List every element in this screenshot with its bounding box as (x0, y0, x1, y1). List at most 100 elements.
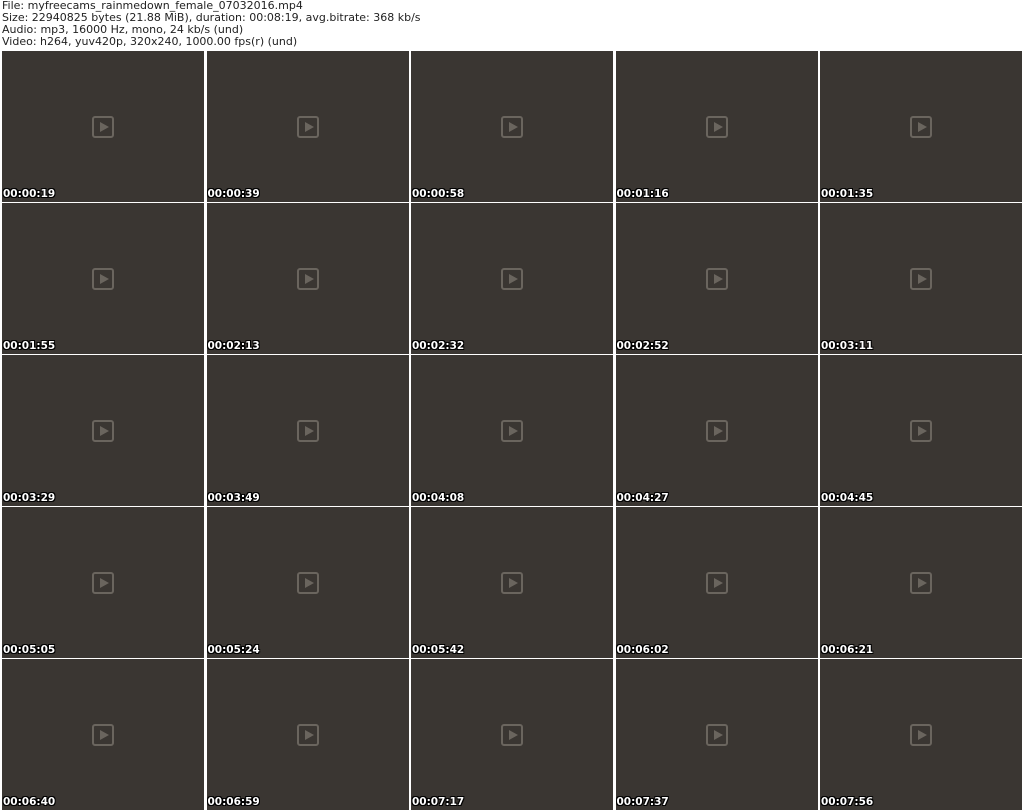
frame-timestamp: 00:06:40 (3, 796, 56, 808)
image-placeholder (820, 51, 1022, 202)
image-placeholder (820, 507, 1022, 658)
image-placeholder (820, 203, 1022, 354)
thumbnail-grid: 00:00:19 00:00:39 00:00:58 00:01:16 00:01:35… (2, 51, 1022, 810)
frame-thumbnail: 00:06:02 (615, 507, 818, 658)
video-frame-icon (501, 419, 523, 442)
frame-timestamp: 00:00:39 (207, 188, 260, 200)
frame-thumbnail: 00:06:21 (820, 507, 1022, 658)
video-frame-icon (92, 115, 114, 138)
image-placeholder (207, 507, 409, 658)
video-info-line: Video: h264, yuv420p, 320x240, 1000.00 f… (2, 35, 298, 48)
frame-timestamp: 00:01:55 (3, 340, 56, 352)
video-frame-icon (92, 723, 114, 746)
frame-timestamp: 00:07:37 (616, 796, 669, 808)
frame-timestamp: 00:02:52 (616, 340, 669, 352)
video-frame-icon (92, 571, 114, 594)
video-frame-icon (296, 419, 319, 442)
frame-timestamp: 00:00:58 (412, 188, 465, 200)
image-placeholder (207, 203, 409, 354)
image-placeholder (820, 355, 1022, 506)
frame-timestamp: 00:05:05 (3, 644, 56, 656)
video-frame-icon (910, 115, 932, 138)
frame-thumbnail: 00:02:52 (615, 203, 818, 354)
frame-timestamp: 00:03:49 (207, 492, 260, 504)
video-frame-icon (705, 267, 728, 290)
frame-timestamp: 00:02:32 (412, 340, 465, 352)
frame-thumbnail: 00:00:19 (2, 51, 204, 202)
frame-thumbnail: 00:05:42 (411, 507, 613, 658)
frame-thumbnail: 00:02:32 (411, 203, 613, 354)
video-frame-icon (501, 267, 523, 290)
video-frame-icon (296, 267, 319, 290)
image-placeholder (616, 507, 818, 658)
video-frame-icon (910, 723, 932, 746)
image-placeholder (616, 355, 818, 506)
image-placeholder (411, 203, 613, 354)
frame-timestamp: 00:04:27 (616, 492, 669, 504)
video-frame-icon (910, 267, 932, 290)
frame-timestamp: 00:06:21 (821, 644, 874, 656)
frame-thumbnail: 00:07:17 (411, 659, 613, 810)
video-frame-icon (92, 267, 114, 290)
frame-thumbnail: 00:04:27 (615, 355, 818, 506)
image-placeholder (616, 203, 818, 354)
video-frame-icon (296, 571, 319, 594)
frame-thumbnail: 00:01:35 (820, 51, 1022, 202)
frame-thumbnail: 00:03:11 (820, 203, 1022, 354)
image-placeholder (411, 659, 613, 810)
video-frame-icon (705, 723, 728, 746)
image-placeholder (207, 659, 409, 810)
video-frame-icon (910, 571, 932, 594)
image-placeholder (616, 659, 818, 810)
image-placeholder (207, 51, 409, 202)
frame-thumbnail: 00:04:08 (411, 355, 613, 506)
frame-timestamp: 00:04:08 (412, 492, 465, 504)
frame-thumbnail: 00:06:40 (2, 659, 204, 810)
video-frame-icon (92, 419, 114, 442)
frame-thumbnail: 00:06:59 (206, 659, 409, 810)
video-frame-icon (296, 723, 319, 746)
frame-timestamp: 00:03:29 (3, 492, 56, 504)
frame-thumbnail: 00:05:24 (206, 507, 409, 658)
frame-thumbnail: 00:03:49 (206, 355, 409, 506)
frame-thumbnail: 00:02:13 (206, 203, 409, 354)
frame-timestamp: 00:03:11 (821, 340, 874, 352)
image-placeholder (411, 355, 613, 506)
image-placeholder (207, 355, 409, 506)
frame-timestamp: 00:06:02 (616, 644, 669, 656)
image-placeholder (411, 507, 613, 658)
image-placeholder (820, 659, 1022, 810)
image-placeholder (2, 659, 204, 810)
image-placeholder (2, 355, 204, 506)
frame-thumbnail: 00:07:56 (820, 659, 1022, 810)
frame-timestamp: 00:07:56 (821, 796, 874, 808)
frame-thumbnail: 00:00:58 (411, 51, 613, 202)
frame-thumbnail: 00:04:45 (820, 355, 1022, 506)
frame-timestamp: 00:05:42 (412, 644, 465, 656)
frame-thumbnail: 00:01:16 (615, 51, 818, 202)
image-placeholder (616, 51, 818, 202)
frame-timestamp: 00:01:16 (616, 188, 669, 200)
video-frame-icon (501, 571, 523, 594)
frame-timestamp: 00:06:59 (207, 796, 260, 808)
frame-timestamp: 00:05:24 (207, 644, 260, 656)
video-frame-icon (705, 571, 728, 594)
frame-thumbnail: 00:03:29 (2, 355, 204, 506)
frame-timestamp: 00:01:35 (821, 188, 874, 200)
sheet-header: File: myfreecams_rainmedown_female_07032… (0, 0, 1024, 50)
video-frame-icon (501, 723, 523, 746)
video-frame-icon (910, 419, 932, 442)
video-frame-icon (296, 115, 319, 138)
image-placeholder (2, 51, 204, 202)
image-placeholder (2, 203, 204, 354)
frame-timestamp: 00:07:17 (412, 796, 465, 808)
frame-thumbnail: 00:01:55 (2, 203, 204, 354)
image-placeholder (2, 507, 204, 658)
video-frame-icon (501, 115, 523, 138)
frame-thumbnail: 00:07:37 (615, 659, 818, 810)
frame-timestamp: 00:00:19 (3, 188, 56, 200)
video-frame-icon (705, 115, 728, 138)
image-placeholder (411, 51, 613, 202)
frame-timestamp: 00:02:13 (207, 340, 260, 352)
frame-timestamp: 00:04:45 (821, 492, 874, 504)
